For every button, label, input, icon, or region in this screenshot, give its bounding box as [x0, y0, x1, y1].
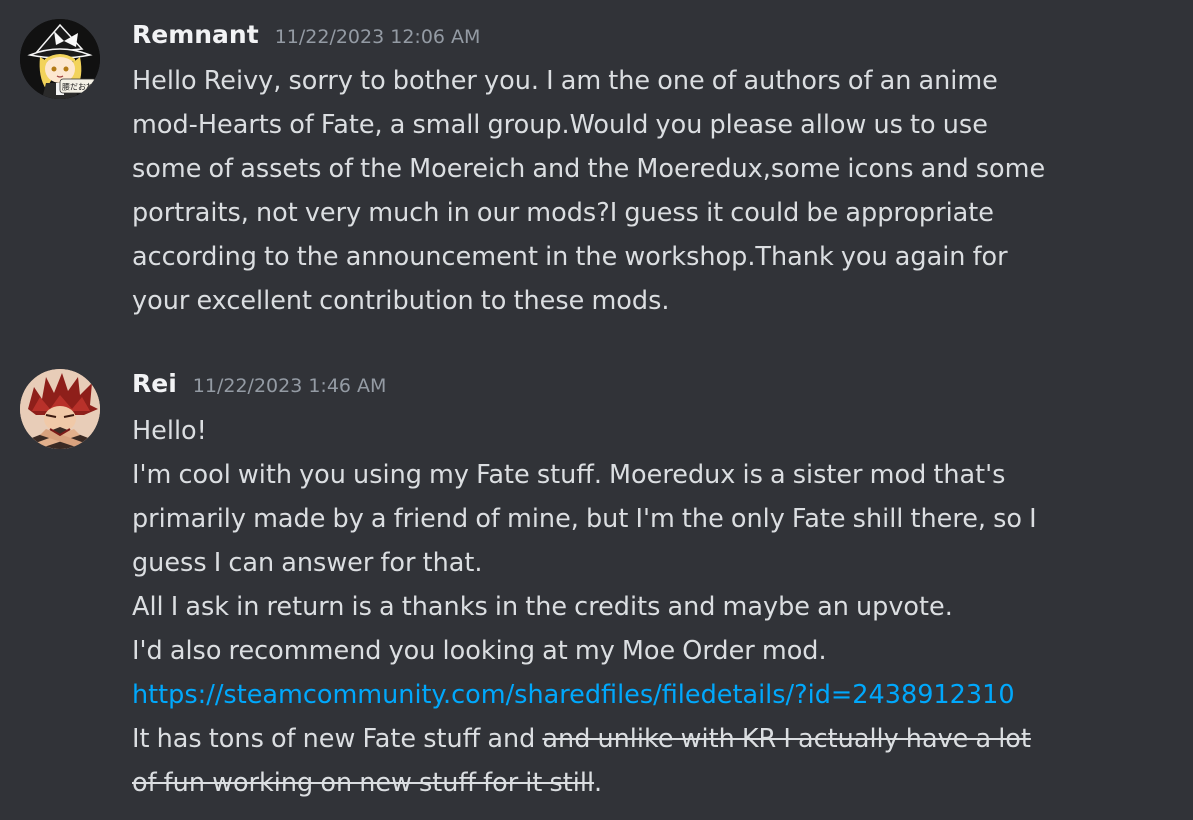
strikethrough-text: and unlike with KR I actually have a lot — [542, 724, 1031, 754]
message-line: Hello Reivy, sorry to bother you. I am t… — [132, 66, 998, 96]
message-line: Hello! — [132, 416, 207, 446]
timestamp[interactable]: 11/22/2023 12:06 AM — [275, 26, 481, 48]
message-line: guess I can answer for that. — [132, 548, 483, 578]
message-line: according to the announcement in the wor… — [132, 242, 1008, 272]
username[interactable]: Remnant — [132, 20, 259, 49]
avatar-remnant-image: 腰だおね — [20, 19, 100, 99]
message-content: Hello! I'm cool with you using my Fate s… — [132, 409, 1132, 805]
avatar-badge-text: 腰だおね — [62, 83, 94, 92]
plain-text: It has tons of new Fate stuff and — [132, 724, 543, 754]
plain-text: . — [594, 768, 603, 798]
strikethrough-text: of fun working on new stuff for it still — [132, 768, 595, 798]
link-line: https://steamcommunity.com/sharedfiles/f… — [132, 673, 1132, 717]
message-content: Hello Reivy, sorry to bother you. I am t… — [132, 59, 1132, 323]
message-line: portraits, not very much in our mods?I g… — [132, 198, 994, 228]
steam-workshop-link[interactable]: https://steamcommunity.com/sharedfiles/f… — [132, 680, 1015, 710]
message-line: I'd also recommend you looking at my Moe… — [132, 636, 827, 666]
message-line: primarily made by a friend of mine, but … — [132, 504, 1037, 534]
timestamp[interactable]: 11/22/2023 1:46 AM — [193, 375, 387, 397]
message-line-mixed: of fun working on new stuff for it still… — [132, 761, 1132, 805]
message-line: some of assets of the Moereich and the M… — [132, 154, 1046, 184]
message-line: All I ask in return is a thanks in the c… — [132, 592, 953, 622]
message-header: Rei 11/22/2023 1:46 AM — [132, 369, 386, 398]
username[interactable]: Rei — [132, 369, 177, 398]
avatar-rei-image — [20, 369, 100, 449]
avatar-remnant[interactable]: 腰だおね — [20, 19, 100, 99]
message-header: Remnant 11/22/2023 12:06 AM — [132, 20, 480, 49]
message-line: your excellent contribution to these mod… — [132, 286, 670, 316]
message-line-mixed: It has tons of new Fate stuff and and un… — [132, 717, 1132, 761]
avatar-rei[interactable] — [20, 369, 100, 449]
message-line: I'm cool with you using my Fate stuff. M… — [132, 460, 1006, 490]
message-line: mod-Hearts of Fate, a small group.Would … — [132, 110, 988, 140]
